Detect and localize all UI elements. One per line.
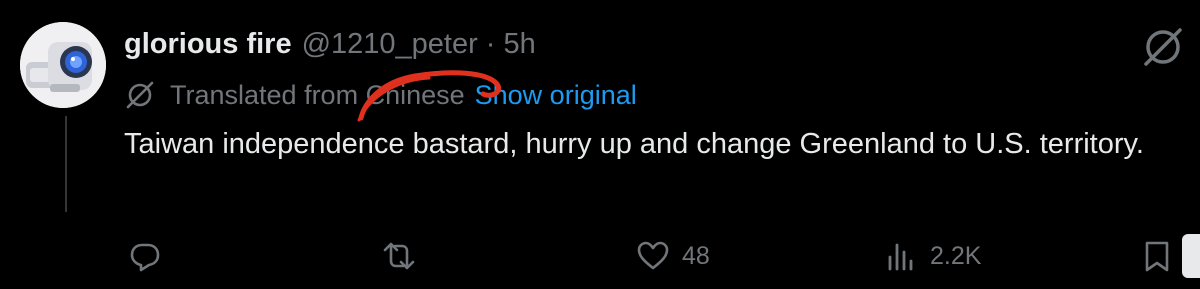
bookmark-icon bbox=[1145, 241, 1169, 272]
like-count: 48 bbox=[682, 241, 710, 270]
heart-icon bbox=[637, 241, 669, 270]
translate-globe-icon bbox=[126, 81, 154, 109]
timestamp[interactable]: 5h bbox=[503, 28, 535, 61]
retweet-icon bbox=[383, 242, 415, 270]
like-button[interactable]: 48 bbox=[636, 234, 710, 278]
translated-from-label: Translated from Chinese bbox=[170, 79, 465, 110]
robot-camera-avatar-icon bbox=[20, 22, 106, 108]
tweet-text: Taiwan independence bastard, hurry up an… bbox=[124, 128, 1144, 160]
show-original-link[interactable]: Show original bbox=[475, 80, 637, 111]
share-button-edge[interactable] bbox=[1182, 234, 1200, 278]
user-handle[interactable]: @1210_peter bbox=[302, 28, 478, 61]
reply-button[interactable] bbox=[128, 234, 162, 278]
avatar[interactable] bbox=[20, 22, 106, 108]
bookmark-button[interactable] bbox=[1140, 234, 1174, 278]
tweet-header: glorious fire @1210_peter · 5h bbox=[124, 22, 536, 66]
reply-icon bbox=[130, 243, 160, 272]
translation-notice: Translated from Chinese Show original bbox=[124, 76, 637, 114]
translate-globe-icon[interactable] bbox=[1140, 24, 1186, 70]
separator-dot: · bbox=[485, 27, 496, 60]
views-count: 2.2K bbox=[930, 241, 982, 270]
thread-line bbox=[65, 116, 67, 212]
display-name[interactable]: glorious fire bbox=[124, 28, 292, 61]
views-icon bbox=[888, 243, 913, 271]
views-button[interactable]: 2.2K bbox=[884, 234, 981, 278]
retweet-button[interactable] bbox=[382, 234, 416, 278]
action-bar: 48 2.2K bbox=[0, 234, 1200, 278]
